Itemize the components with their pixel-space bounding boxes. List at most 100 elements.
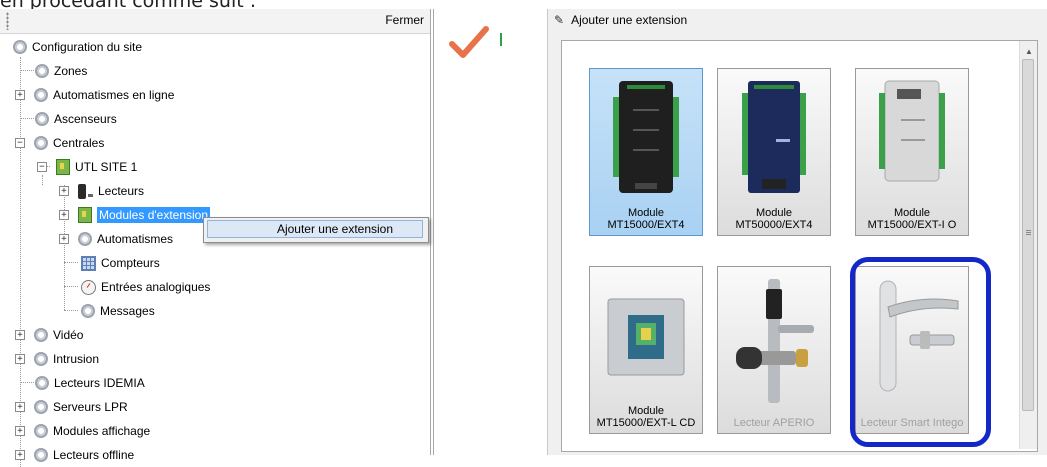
expand-icon[interactable]: +	[15, 90, 25, 100]
collapse-icon[interactable]: −	[15, 138, 25, 148]
tree-node-modules-extension[interactable]: + Modules d'extension	[59, 204, 211, 226]
panel-splitter[interactable]	[433, 9, 437, 455]
context-menu-add-extension[interactable]: Ajouter une extension	[207, 220, 423, 238]
tree-node-intrusion[interactable]: + Intrusion	[15, 348, 99, 370]
tile-mt15000-ext4[interactable]: Module MT15000/EXT4	[589, 68, 703, 236]
tree-node-lecteurs-idemia[interactable]: Lecteurs IDEMIA	[35, 372, 145, 394]
gear-icon	[34, 136, 48, 150]
gear-icon	[34, 328, 48, 342]
tree-connector	[64, 262, 78, 263]
controller-icon	[56, 159, 70, 175]
gear-icon	[35, 376, 49, 390]
tile-lecteur-aperio[interactable]: Lecteur APERIO	[717, 266, 831, 434]
gear-icon	[34, 448, 48, 462]
card-reader-icon	[78, 183, 86, 199]
tree-node-label: Entrées analogiques	[101, 280, 211, 294]
tree-node-label: Ascenseurs	[54, 112, 117, 126]
tree-node-messages[interactable]: Messages	[81, 300, 155, 322]
collapse-icon[interactable]: −	[37, 162, 47, 172]
add-extension-dialog: ✎ Ajouter une extension Module MT15000/E…	[547, 9, 1047, 455]
tree-connector	[20, 70, 34, 71]
expand-icon[interactable]: +	[59, 186, 69, 196]
board-image-icon	[742, 81, 806, 193]
tree-node-automatismes[interactable]: + Automatismes	[59, 228, 173, 250]
tree-connector	[64, 286, 78, 287]
vertical-scrollbar[interactable]: ▲	[1019, 41, 1037, 449]
gear-icon	[13, 40, 27, 54]
tile-mt15000-ext-io[interactable]: Module MT15000/EXT-I O	[855, 68, 969, 236]
tile-lecteur-smart-intego[interactable]: Lecteur Smart Intego	[855, 266, 969, 434]
tree-node-automatismes-en-ligne[interactable]: + Automatismes en ligne	[15, 84, 174, 106]
checkmark-icon	[449, 26, 489, 58]
tile-label: Module MT15000/EXT-I O	[867, 207, 957, 231]
expand-icon[interactable]: +	[15, 450, 25, 460]
gear-icon	[35, 64, 49, 78]
tile-label: Module MT50000/EXT4	[735, 207, 813, 231]
tree-node-video[interactable]: + Vidéo	[15, 324, 83, 346]
tree-node-label: Lecteurs offline	[53, 448, 135, 462]
tree-connector	[64, 310, 78, 311]
gear-icon	[34, 400, 48, 414]
dialog-title: ✎ Ajouter une extension	[554, 13, 687, 27]
counter-icon	[81, 255, 96, 271]
tree-node-entrees-analogiques[interactable]: Entrées analogiques	[81, 276, 210, 298]
gear-icon	[34, 424, 48, 438]
board-image-icon	[879, 80, 945, 182]
close-button[interactable]: Fermer	[385, 13, 424, 27]
gear-icon	[81, 304, 95, 318]
expand-icon[interactable]: +	[59, 210, 69, 220]
expand-icon[interactable]: +	[15, 402, 25, 412]
gear-icon	[35, 112, 49, 126]
tree-node-label: Configuration du site	[32, 40, 143, 54]
module-icon	[78, 207, 92, 223]
tree-node-zones[interactable]: Zones	[35, 60, 87, 82]
tile-label: Module MT15000/EXT-L CD	[596, 405, 696, 429]
drag-grip-icon[interactable]	[6, 12, 9, 30]
tree-connector	[20, 382, 34, 383]
tree-node-label: Automatismes	[97, 232, 174, 246]
tile-mt15000-ext-lcd[interactable]: Module MT15000/EXT-L CD	[589, 266, 703, 434]
pencil-icon: ✎	[554, 13, 565, 27]
context-menu: Ajouter une extension	[203, 217, 429, 243]
tile-label: Module MT15000/EXT4	[607, 207, 685, 231]
tree-node-label: Vidéo	[53, 328, 84, 342]
tile-label: Lecteur Smart Intego	[860, 417, 964, 429]
gear-icon	[34, 88, 48, 102]
door-handle-image-icon	[879, 280, 959, 392]
scrollbar-thumb[interactable]	[1022, 59, 1034, 411]
tile-mt50000-ext4[interactable]: Module MT50000/EXT4	[717, 68, 831, 236]
tree-node-utl-site-1[interactable]: − UTL SITE 1	[37, 156, 137, 178]
tree-node-label: Lecteurs IDEMIA	[54, 376, 145, 390]
lcd-module-image-icon	[607, 298, 685, 376]
expand-icon[interactable]: +	[59, 234, 69, 244]
panel-header: Fermer	[0, 9, 430, 34]
expand-icon[interactable]: +	[15, 330, 25, 340]
tree-node-label: Zones	[54, 64, 88, 78]
tree-node-label: Messages	[100, 304, 155, 318]
tree-node-lecteurs-offline[interactable]: + Lecteurs offline	[15, 444, 134, 466]
tree-node-label-selected: Modules d'extension	[97, 207, 211, 223]
tree-connector	[20, 118, 34, 119]
tree-node-label: Automatismes en ligne	[53, 88, 175, 102]
tree-node-label: Lecteurs	[98, 184, 145, 198]
tile-label: Lecteur APERIO	[733, 417, 815, 429]
tree-node-configuration[interactable]: Configuration du site	[13, 36, 142, 58]
gauge-icon	[81, 279, 96, 295]
tree-node-serveurs-lpr[interactable]: + Serveurs LPR	[15, 396, 128, 418]
context-menu-item-label: Ajouter une extension	[276, 222, 394, 236]
expand-icon[interactable]: +	[15, 354, 25, 364]
scroll-up-arrow-icon[interactable]: ▲	[1025, 47, 1033, 56]
expand-icon[interactable]: +	[15, 426, 25, 436]
tree-node-centrales[interactable]: − Centrales	[15, 132, 104, 154]
tree-node-label: UTL SITE 1	[75, 160, 138, 174]
tree-node-label: Serveurs LPR	[53, 400, 128, 414]
tree-node-modules-affichage[interactable]: + Modules affichage	[15, 420, 150, 442]
tree-node-ascenseurs[interactable]: Ascenseurs	[35, 108, 117, 130]
extension-gallery: Module MT15000/EXT4 Module MT50000/EXT4	[561, 40, 1038, 452]
tree-node-lecteurs[interactable]: + Lecteurs	[59, 180, 144, 202]
gear-icon	[34, 352, 48, 366]
cursor-bar	[500, 33, 502, 46]
tree-node-compteurs[interactable]: Compteurs	[81, 252, 160, 274]
dialog-title-text: Ajouter une extension	[571, 13, 688, 27]
thumb-grip-icon	[1026, 230, 1031, 236]
